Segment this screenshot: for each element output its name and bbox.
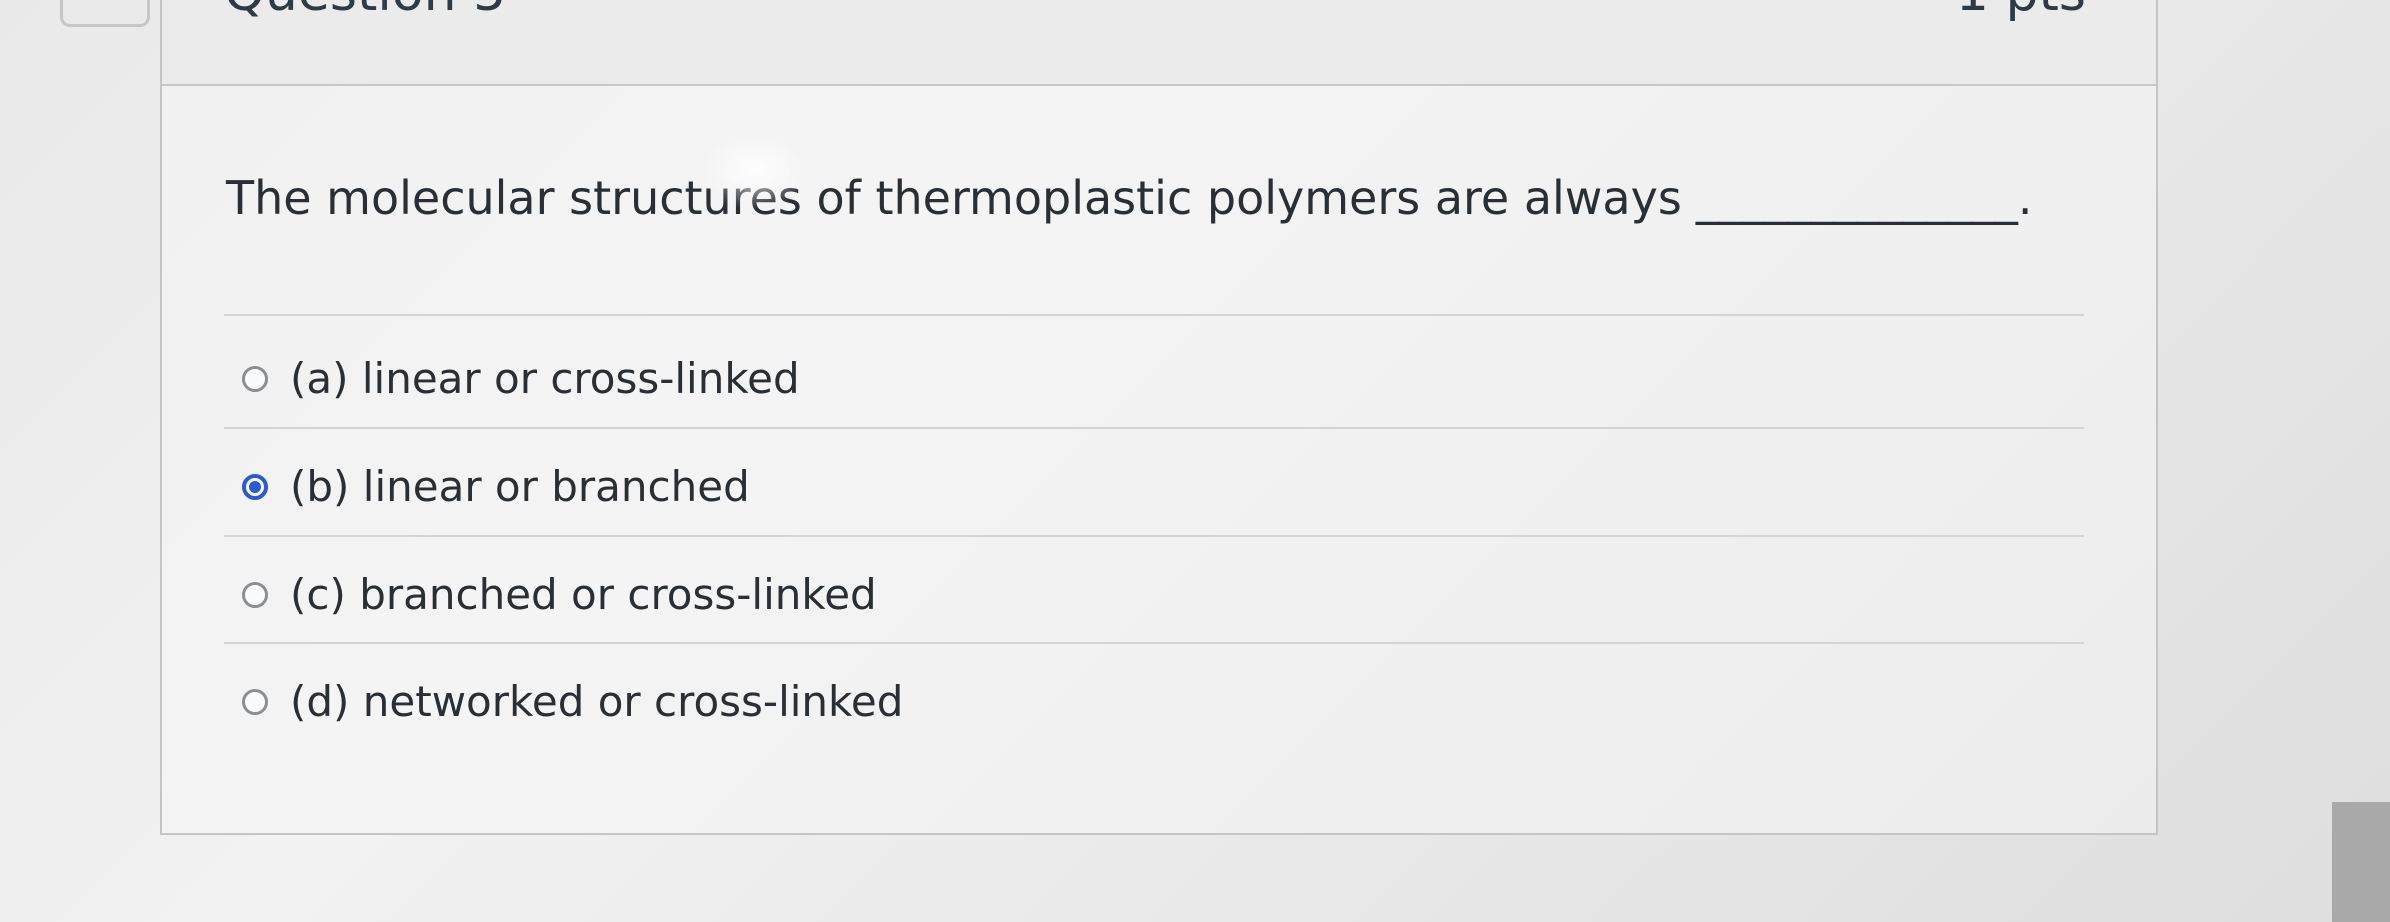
question-card: Question 5 1 pts The molecular structure… [160,0,2158,835]
divider [224,314,2084,316]
answer-option-d[interactable]: (d) networked or cross-linked [242,667,1942,737]
question-text-body: The molecular structures of thermoplasti… [226,171,1682,225]
answer-option-a[interactable]: (a) linear or cross-linked [242,344,1942,414]
radio-button-b-selected[interactable] [242,474,268,500]
question-header: Question 5 1 pts [162,0,2156,86]
radio-button-a[interactable] [242,366,268,392]
answer-label-d[interactable]: (d) networked or cross-linked [290,672,903,732]
divider [224,535,2084,537]
question-text: The molecular structures of thermoplasti… [226,167,2032,229]
answer-label-a[interactable]: (a) linear or cross-linked [290,349,800,409]
radio-button-d[interactable] [242,689,268,715]
question-points: 1 pts [1956,0,2086,28]
question-title: Question 5 [224,0,506,28]
answer-label-c[interactable]: (c) branched or cross-linked [290,565,877,625]
answer-option-c[interactable]: (c) branched or cross-linked [242,560,1942,630]
answer-option-b[interactable]: (b) linear or branched [242,452,1942,522]
divider [224,642,2084,644]
divider [224,427,2084,429]
flag-question-icon[interactable] [60,0,150,27]
question-blank: ______________. [1695,171,2033,225]
radio-button-c[interactable] [242,582,268,608]
answer-label-b[interactable]: (b) linear or branched [290,457,750,517]
scrollbar[interactable] [2332,802,2390,922]
